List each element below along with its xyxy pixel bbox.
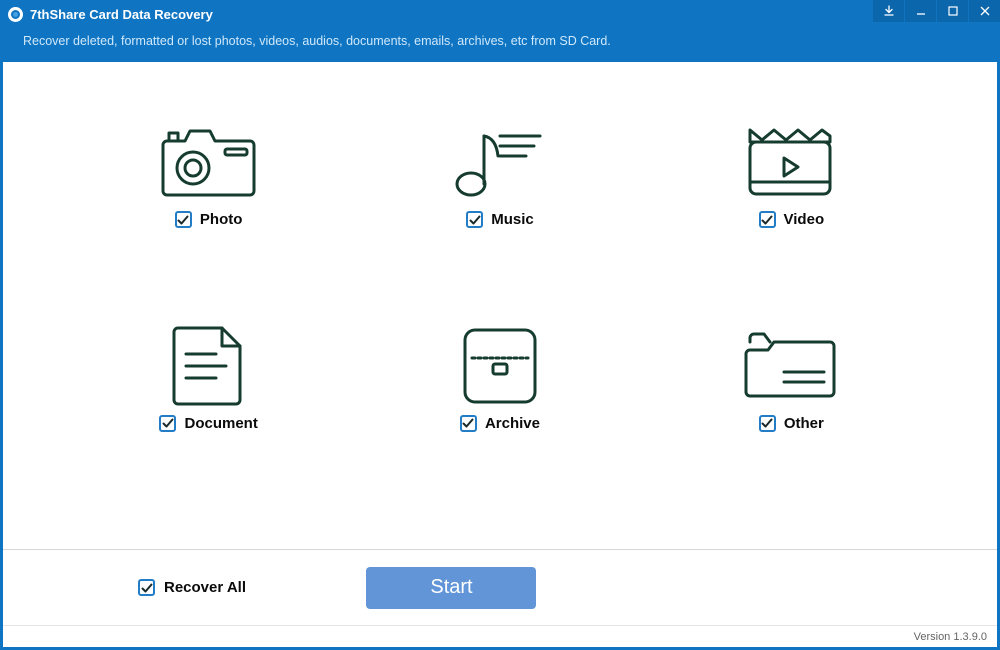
checkbox-video[interactable]	[759, 211, 776, 228]
app-window: 7thShare Card Data Recovery	[0, 0, 1000, 650]
music-icon	[452, 117, 547, 207]
version-label: Version 1.3.9.0	[914, 631, 987, 643]
category-label: Other	[784, 415, 824, 432]
subtitle-text: Recover deleted, formatted or lost photo…	[0, 28, 1000, 62]
categories-grid: Photo	[3, 62, 997, 549]
close-icon	[979, 5, 991, 17]
start-button-label: Start	[430, 576, 472, 599]
category-video: Video	[646, 117, 937, 321]
close-button[interactable]	[969, 0, 1000, 22]
titlebar: 7thShare Card Data Recovery	[0, 0, 1000, 28]
archive-icon	[460, 321, 540, 411]
checkbox-archive[interactable]	[460, 415, 477, 432]
download-icon	[883, 5, 895, 17]
category-label: Document	[184, 415, 257, 432]
category-other: Other	[646, 321, 937, 525]
video-icon	[744, 117, 839, 207]
bottom-bar: Recover All Start	[3, 549, 997, 625]
recover-all-group: Recover All	[138, 579, 246, 596]
checkbox-photo[interactable]	[175, 211, 192, 228]
maximize-icon	[947, 5, 959, 17]
panel-wrap: Photo	[0, 62, 1000, 650]
category-archive: Archive	[354, 321, 645, 525]
start-button[interactable]: Start	[366, 567, 536, 609]
category-document: Document	[63, 321, 354, 525]
maximize-button[interactable]	[937, 0, 968, 22]
category-label: Video	[784, 211, 825, 228]
footer: Version 1.3.9.0	[3, 625, 997, 647]
category-label: Archive	[485, 415, 540, 432]
minimize-icon	[915, 5, 927, 17]
main-panel: Photo	[3, 62, 997, 647]
download-button[interactable]	[873, 0, 904, 22]
app-title: 7thShare Card Data Recovery	[30, 7, 213, 22]
category-music: Music	[354, 117, 645, 321]
photo-icon	[161, 117, 256, 207]
minimize-button[interactable]	[905, 0, 936, 22]
checkbox-document[interactable]	[159, 415, 176, 432]
category-label: Music	[491, 211, 534, 228]
window-controls	[872, 0, 1000, 28]
category-label: Photo	[200, 211, 243, 228]
checkbox-recover-all[interactable]	[138, 579, 155, 596]
category-photo: Photo	[63, 117, 354, 321]
checkbox-music[interactable]	[466, 211, 483, 228]
recover-all-label: Recover All	[164, 579, 246, 596]
other-icon	[744, 321, 839, 411]
checkbox-other[interactable]	[759, 415, 776, 432]
app-logo-icon	[8, 7, 23, 22]
document-icon	[170, 321, 248, 411]
